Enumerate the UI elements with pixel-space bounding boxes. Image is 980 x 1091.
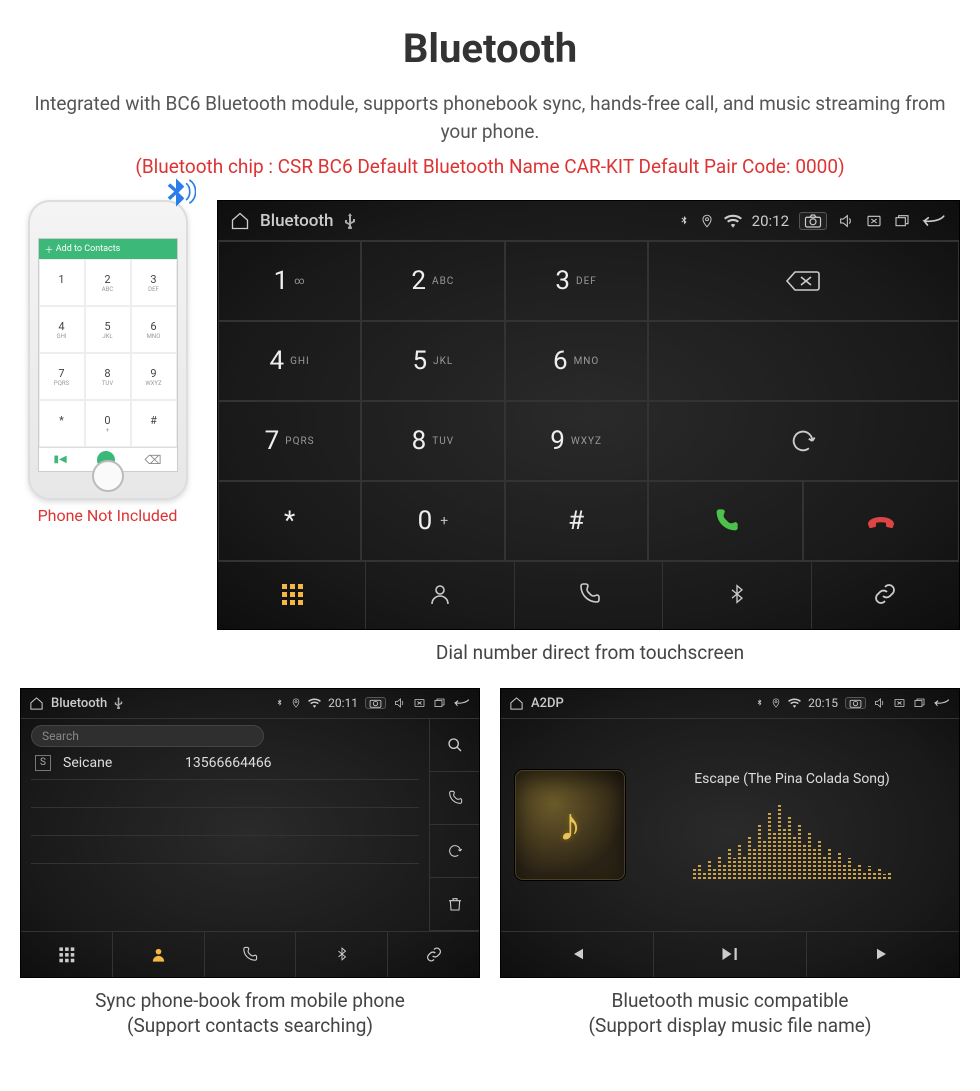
contact-row[interactable]: S Seicane 13566664466 — [31, 747, 419, 780]
keypad-icon — [280, 582, 304, 610]
home-icon[interactable] — [509, 696, 524, 711]
search-input[interactable]: Search — [31, 725, 264, 747]
key-4[interactable]: 4GHI — [218, 321, 361, 401]
phone-call-icon — [97, 451, 115, 469]
location-icon — [771, 697, 781, 709]
phonebook-caption-2: (Support contacts searching) — [127, 1014, 373, 1037]
tab-bluetooth[interactable] — [296, 932, 388, 977]
music-note-icon: ♪ — [559, 797, 582, 852]
phone-add-contacts-label: Add to Contacts — [56, 244, 121, 254]
side-sync-button[interactable] — [429, 825, 479, 878]
tab-keypad[interactable] — [218, 562, 366, 629]
side-delete-button[interactable] — [429, 878, 479, 931]
back-icon[interactable] — [921, 213, 947, 229]
next-track-button[interactable] — [807, 932, 959, 977]
bluetooth-icon — [727, 581, 747, 611]
key-5[interactable]: 5JKL — [361, 321, 504, 401]
recents-icon[interactable] — [433, 697, 446, 709]
key-0[interactable]: 0+ — [361, 481, 504, 561]
prev-track-button[interactable] — [501, 932, 654, 977]
recents-icon[interactable] — [893, 213, 911, 229]
screenshot-icon[interactable] — [799, 212, 827, 230]
tab-pair[interactable] — [388, 932, 479, 977]
call-button[interactable] — [648, 481, 804, 561]
home-icon[interactable] — [29, 696, 44, 711]
backspace-button[interactable] — [648, 241, 959, 321]
dialer-caption: Dial number direct from touchscreen — [220, 640, 960, 666]
bluetooth-status-icon — [755, 697, 764, 709]
phone-icon — [577, 582, 601, 610]
key-star[interactable]: * — [218, 481, 361, 561]
screenshot-icon[interactable] — [845, 697, 866, 709]
redial-button[interactable] — [648, 401, 959, 481]
tab-bluetooth[interactable] — [663, 562, 811, 629]
key-8[interactable]: 8TUV — [361, 401, 504, 481]
wifi-icon — [308, 698, 321, 708]
location-icon — [700, 213, 714, 229]
usb-icon — [344, 213, 356, 229]
dialer-screen: Bluetooth 20:12 1∞ 2ABC 3DEF 4GHI — [217, 200, 960, 630]
back-icon[interactable] — [933, 697, 951, 709]
key-6[interactable]: 6MNO — [505, 321, 648, 401]
link-icon — [872, 582, 898, 610]
volume-icon[interactable] — [393, 697, 406, 709]
visualizer — [639, 799, 945, 879]
close-app-icon[interactable] — [893, 697, 906, 709]
key-9[interactable]: 9WXYZ — [505, 401, 648, 481]
a2dp-caption-1: Bluetooth music compatible — [612, 989, 849, 1012]
clock: 20:12 — [752, 212, 789, 230]
contact-name: Seicane — [63, 755, 173, 771]
key-hash[interactable]: # — [505, 481, 648, 561]
home-icon[interactable] — [230, 211, 250, 231]
recents-icon[interactable] — [913, 697, 926, 709]
app-title: A2DP — [531, 696, 564, 711]
person-icon — [428, 582, 452, 610]
back-icon[interactable] — [453, 697, 471, 709]
close-app-icon[interactable] — [413, 697, 426, 709]
wifi-icon — [788, 698, 801, 708]
play-pause-button[interactable] — [654, 932, 807, 977]
clock: 20:11 — [328, 696, 358, 710]
wifi-icon — [724, 214, 742, 228]
bluetooth-status-icon — [678, 213, 690, 229]
song-title: Escape (The Pina Colada Song) — [639, 771, 945, 787]
tab-contacts[interactable] — [366, 562, 514, 629]
phonebook-caption-1: Sync phone-book from mobile phone — [95, 989, 405, 1012]
tab-pair[interactable] — [812, 562, 959, 629]
app-title: Bluetooth — [51, 696, 107, 711]
bluetooth-signal-icon — [156, 175, 196, 224]
volume-icon[interactable] — [873, 697, 886, 709]
key-3[interactable]: 3DEF — [505, 241, 648, 321]
phonebook-screen: Bluetooth 20:11 Search — [20, 688, 480, 978]
phone-keypad: 1 2ABC 3DEF 4GHI 5JKL 6MNO 7PQRS 8TUV 9W… — [39, 259, 177, 447]
screenshot-icon[interactable] — [365, 697, 386, 709]
hangup-button[interactable] — [803, 481, 959, 561]
clock: 20:15 — [808, 696, 838, 710]
key-7[interactable]: 7PQRS — [218, 401, 361, 481]
page-title: Bluetooth — [20, 25, 960, 72]
tab-contacts[interactable] — [113, 932, 205, 977]
volume-icon[interactable] — [837, 213, 855, 229]
location-icon — [291, 697, 301, 709]
key-1[interactable]: 1∞ — [218, 241, 361, 321]
app-title: Bluetooth — [260, 211, 334, 231]
close-app-icon[interactable] — [865, 213, 883, 229]
page-subtitle: Integrated with BC6 Bluetooth module, su… — [20, 90, 960, 145]
album-art: ♪ — [515, 770, 625, 880]
phone-mock: ＋ Add to Contacts 1 2ABC 3DEF 4GHI 5JKL … — [28, 200, 188, 500]
a2dp-caption-2: (Support display music file name) — [589, 1014, 872, 1037]
side-call-button[interactable] — [429, 772, 479, 825]
usb-icon — [114, 697, 123, 709]
phone-not-included-label: Phone Not Included — [20, 506, 195, 525]
a2dp-screen: A2DP 20:15 ♪ Esc — [500, 688, 960, 978]
tab-recent[interactable] — [515, 562, 663, 629]
bluetooth-status-icon — [275, 697, 284, 709]
key-2[interactable]: 2ABC — [361, 241, 504, 321]
tab-recent[interactable] — [205, 932, 297, 977]
side-search-button[interactable] — [429, 719, 479, 772]
contact-initial: S — [35, 755, 51, 771]
tab-keypad[interactable] — [21, 932, 113, 977]
contact-number: 13566664466 — [185, 755, 272, 771]
